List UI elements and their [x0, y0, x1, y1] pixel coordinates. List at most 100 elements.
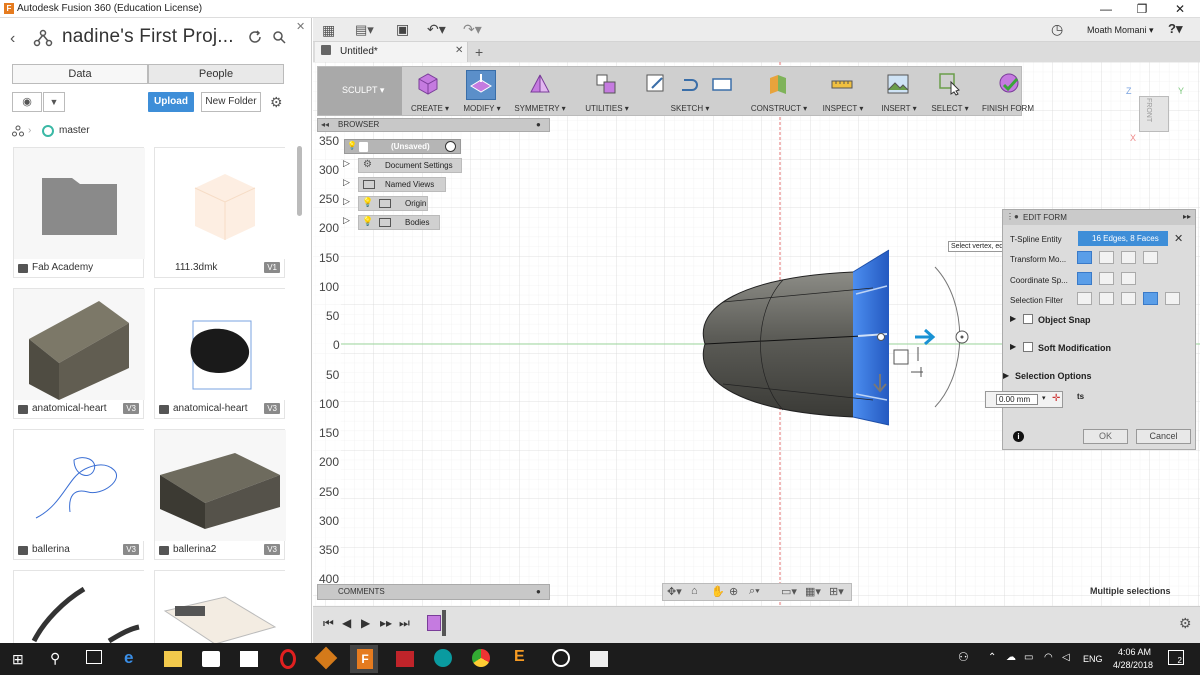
- chevron-down-icon[interactable]: ▾: [1042, 394, 1046, 402]
- multi-transform-icon[interactable]: [1077, 251, 1092, 264]
- arduino-icon[interactable]: [434, 649, 452, 667]
- people-icon[interactable]: ⚇: [958, 650, 969, 664]
- clock-date[interactable]: 4/28/2018: [1113, 660, 1153, 670]
- sketch-group[interactable]: SKETCH ▾: [640, 67, 740, 115]
- world-space-icon[interactable]: [1077, 272, 1092, 285]
- expand-arrow-icon[interactable]: ▷: [343, 177, 350, 188]
- clear-selection-icon[interactable]: ✕: [1174, 232, 1183, 245]
- zoom-icon[interactable]: ⊕: [729, 585, 738, 598]
- filter-all-icon[interactable]: [1143, 292, 1158, 305]
- zoom-window-icon[interactable]: ⌕▾: [749, 585, 760, 598]
- file-card[interactable]: anatomical-heart V3: [154, 288, 286, 419]
- translate-icon[interactable]: [1099, 251, 1114, 264]
- wifi-icon[interactable]: ◠: [1044, 652, 1053, 663]
- file-menu-icon[interactable]: ▤▾: [355, 22, 374, 38]
- mail-icon[interactable]: [240, 651, 258, 667]
- close-panel-icon[interactable]: ✕: [296, 20, 305, 33]
- play-icon[interactable]: ▶: [361, 616, 370, 630]
- onedrive-icon[interactable]: ☁: [1006, 652, 1016, 663]
- expand-arrow-icon[interactable]: ▷: [343, 196, 350, 207]
- breadcrumb[interactable]: master: [59, 125, 90, 136]
- rotate-icon[interactable]: [1121, 251, 1136, 264]
- store-icon[interactable]: [202, 651, 220, 667]
- expand-arrow-icon[interactable]: ▶: [1003, 371, 1009, 380]
- view-cube[interactable]: FRONT Z Y X: [1125, 86, 1185, 146]
- user-account-menu[interactable]: Moath Momani ▾: [1087, 25, 1154, 36]
- dialog-header[interactable]: ⋮● EDIT FORM ▸▸: [1003, 210, 1195, 225]
- file-card[interactable]: ballerina2 V3: [154, 429, 286, 560]
- insert-group[interactable]: INSERT ▾: [874, 67, 924, 115]
- modify-group[interactable]: MODIFY ▾: [458, 67, 506, 115]
- ok-button[interactable]: OK: [1083, 429, 1128, 444]
- tab-data[interactable]: Data: [12, 64, 148, 84]
- new-folder-button[interactable]: New Folder: [201, 92, 261, 112]
- look-at-icon[interactable]: ⌂: [691, 585, 698, 597]
- browser-root-node[interactable]: 💡 (Unsaved): [344, 139, 461, 154]
- new-tab-icon[interactable]: +: [475, 44, 483, 60]
- local-space-icon[interactable]: [1121, 272, 1136, 285]
- view-space-icon[interactable]: [1099, 272, 1114, 285]
- expand-dialog-icon[interactable]: ▸▸: [1183, 212, 1191, 221]
- refresh-icon[interactable]: [248, 30, 263, 45]
- tray-chevron-icon[interactable]: ⌃: [988, 652, 996, 663]
- file-card[interactable]: [154, 570, 286, 644]
- scale-icon[interactable]: [1143, 251, 1158, 264]
- view-toggle-icon[interactable]: ◉: [12, 92, 42, 112]
- battery-icon[interactable]: ▭: [1024, 652, 1033, 663]
- gear-icon[interactable]: ⚙: [270, 94, 283, 111]
- fusion360-taskbar-icon[interactable]: F: [357, 649, 373, 669]
- orbit-icon[interactable]: ✥▾: [667, 585, 682, 598]
- minimize-button[interactable]: —: [1088, 0, 1124, 18]
- lightbulb-icon[interactable]: 💡: [362, 216, 373, 227]
- info-icon[interactable]: i: [1013, 431, 1024, 442]
- help-icon[interactable]: ?▾: [1168, 21, 1182, 37]
- pin-icon[interactable]: ●: [536, 587, 541, 596]
- finish-form-group[interactable]: FINISH FORM: [978, 67, 1038, 115]
- file-card[interactable]: 111.3dmk V1: [154, 147, 286, 278]
- back-arrow-icon[interactable]: ‹: [10, 30, 15, 48]
- maximize-button[interactable]: ❐: [1124, 0, 1160, 18]
- file-card[interactable]: ballerina V3: [13, 429, 145, 560]
- grid-settings-icon[interactable]: ▦▾: [805, 585, 821, 598]
- create-group[interactable]: CREATE ▾: [404, 67, 456, 115]
- file-card[interactable]: [13, 570, 145, 644]
- pan-icon[interactable]: ✋: [711, 585, 725, 598]
- grid-menu-icon[interactable]: ▦: [322, 22, 335, 39]
- select-group[interactable]: SELECT ▾: [928, 67, 972, 115]
- expand-arrow-icon[interactable]: ▷: [343, 158, 350, 169]
- comments-panel-header[interactable]: COMMENTS ●: [317, 584, 550, 600]
- start-icon[interactable]: ⊞: [12, 651, 24, 668]
- app-icon[interactable]: [552, 649, 570, 667]
- solidworks-icon[interactable]: [396, 651, 414, 667]
- filter-edge-icon[interactable]: [1099, 292, 1114, 305]
- form-feature-icon[interactable]: [427, 615, 441, 631]
- cancel-button[interactable]: Cancel: [1136, 429, 1191, 444]
- close-window-button[interactable]: ✕: [1162, 0, 1198, 18]
- symmetry-group[interactable]: SYMMETRY ▾: [510, 67, 570, 115]
- tab-untitled[interactable]: Untitled* ✕: [315, 42, 468, 62]
- redo-icon[interactable]: ↷▾: [463, 21, 482, 38]
- expand-arrow-icon[interactable]: ▶: [1010, 314, 1016, 323]
- activate-radio[interactable]: [445, 141, 456, 152]
- edge-icon[interactable]: e: [124, 648, 133, 668]
- notification-center-icon[interactable]: 2: [1168, 650, 1184, 665]
- next-step-icon[interactable]: ▸▸: [380, 616, 392, 630]
- construct-group[interactable]: CONSTRUCT ▾: [746, 67, 812, 115]
- distance-input[interactable]: 0.00 mm: [996, 394, 1038, 405]
- tab-people[interactable]: People: [148, 64, 284, 84]
- search-icon[interactable]: ⚲: [50, 650, 60, 667]
- inspect-group[interactable]: INSPECT ▾: [818, 67, 868, 115]
- eagle-icon[interactable]: E: [514, 648, 525, 666]
- volume-icon[interactable]: ◁: [1062, 652, 1070, 663]
- filter-vertex-icon[interactable]: [1077, 292, 1092, 305]
- history-clock-icon[interactable]: ◷: [1051, 21, 1063, 38]
- expand-arrow-icon[interactable]: ▷: [343, 215, 350, 226]
- search-icon[interactable]: [272, 30, 287, 45]
- close-tab-icon[interactable]: ✕: [455, 45, 463, 56]
- task-view-icon[interactable]: [86, 650, 102, 664]
- chrome-icon[interactable]: [472, 649, 490, 667]
- upload-button[interactable]: Upload: [148, 92, 194, 112]
- selection-field[interactable]: 16 Edges, 8 Faces: [1078, 231, 1168, 246]
- file-explorer-icon[interactable]: [164, 651, 182, 667]
- pin-icon[interactable]: ●: [536, 120, 541, 129]
